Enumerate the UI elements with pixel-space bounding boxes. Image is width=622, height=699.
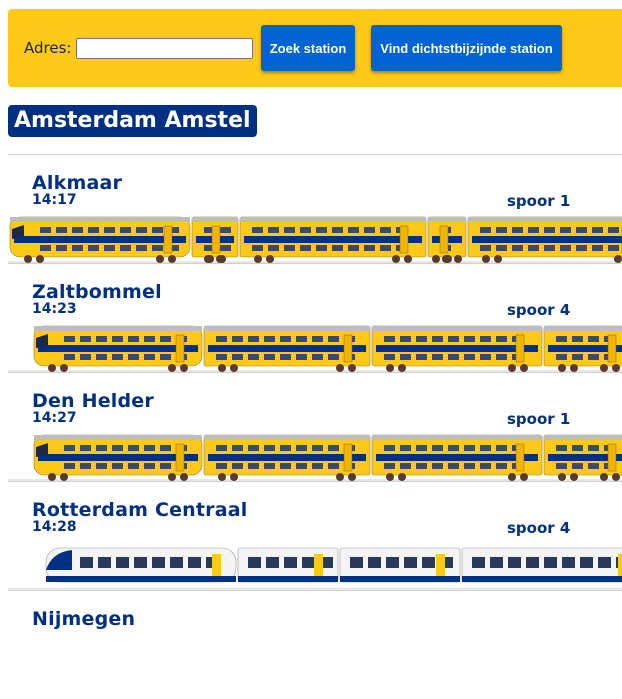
departure-destination: Nijmegen [32,608,136,630]
departure-destination: Alkmaar [32,172,123,194]
search-station-button[interactable]: Zoek station [261,25,355,71]
departure-row[interactable]: Den Helder 14:27 spoor 1 [8,372,622,481]
train-image [8,540,622,590]
station-title: Amsterdam Amstel [8,105,257,137]
departure-time: 14:28 [32,519,77,535]
departure-row[interactable]: Nijmegen [8,590,622,699]
departure-track: spoor 1 [507,192,571,210]
departure-row[interactable]: Rotterdam Centraal 14:28 spoor 4 [8,481,622,590]
departure-track: spoor 4 [507,301,571,319]
address-input[interactable] [76,38,253,59]
departure-time: 14:17 [32,192,77,208]
departure-row[interactable]: Alkmaar 14:17 spoor 1 [8,154,622,263]
departure-time: 14:23 [32,301,77,317]
search-bar: Adres: Zoek station Vind dichtstbijzijnd… [8,9,622,87]
departure-destination: Den Helder [32,390,154,412]
departure-row[interactable]: Zaltbommel 14:23 spoor 4 [8,263,622,372]
find-nearest-station-button[interactable]: Vind dichtstbijzijnde station [371,25,562,71]
address-label: Adres: [24,39,72,57]
train-image [8,322,622,372]
departure-track: spoor 4 [507,519,571,537]
departure-destination: Zaltbommel [32,281,162,303]
departure-time: 14:27 [32,410,77,426]
train-image [8,431,622,481]
departure-destination: Rotterdam Centraal [32,499,248,521]
departure-list: Alkmaar 14:17 spoor 1 Zaltbommel 14:23 s… [8,154,622,699]
train-image [8,213,622,263]
departure-track: spoor 1 [507,410,571,428]
